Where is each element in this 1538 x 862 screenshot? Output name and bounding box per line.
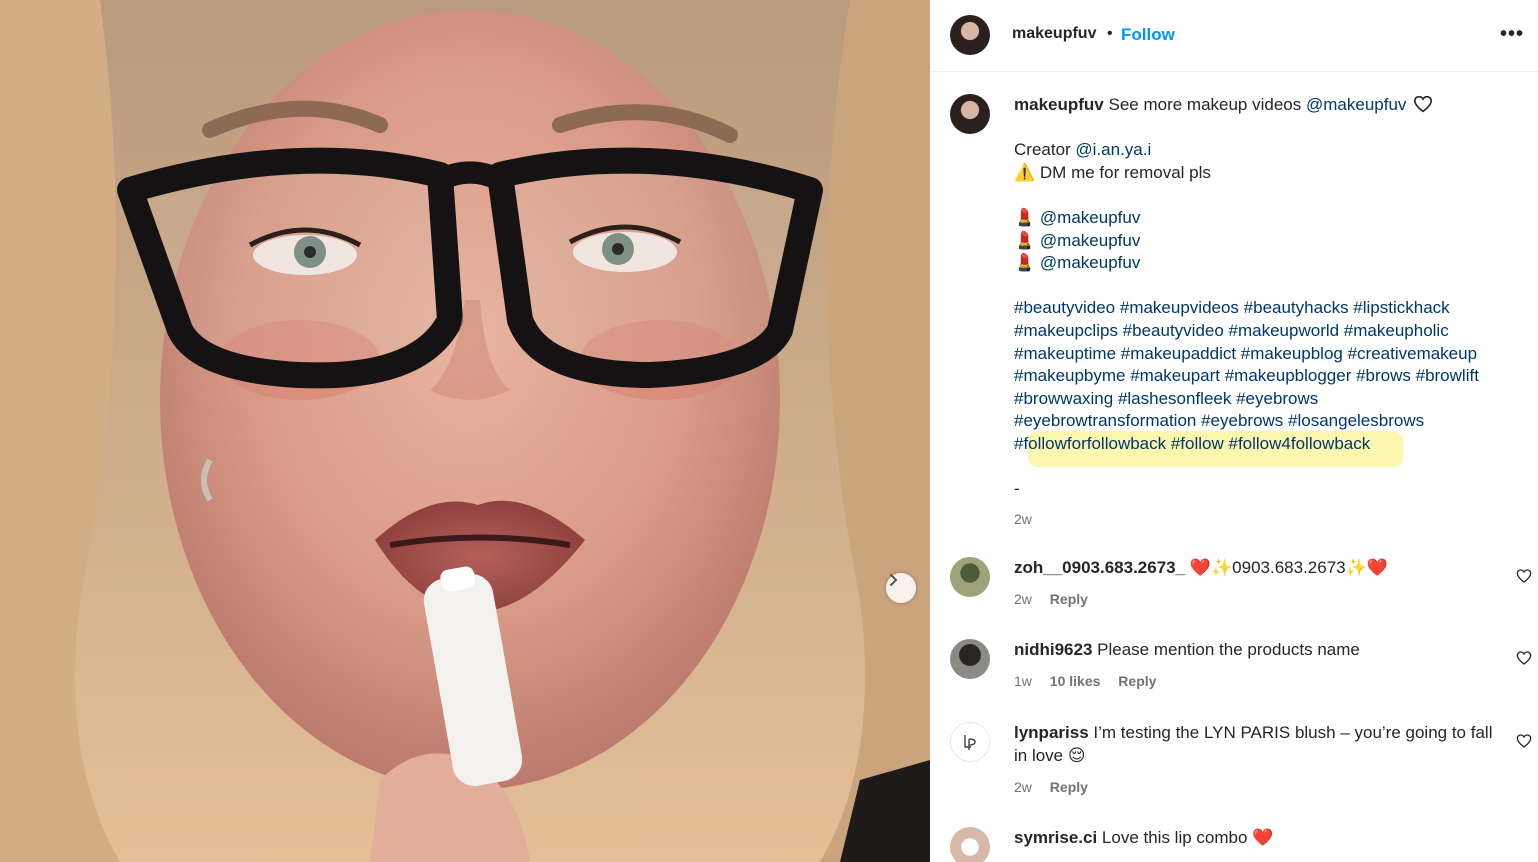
comment-meta: 1w 10 likes Reply [1014, 673, 1170, 689]
comment-username[interactable]: zoh__0903.683.2673_ [1014, 558, 1185, 577]
caption-mention[interactable]: @makeupfuv [1306, 95, 1406, 114]
comment-body: zoh__0903.683.2673_ ❤️✨0903.683.2673✨❤️ [1014, 557, 1504, 580]
caption-dash: - [1014, 479, 1020, 499]
heart-icon[interactable] [1516, 733, 1532, 749]
post-header: makeupfuv • Follow ••• [930, 0, 1538, 72]
hashtag-line[interactable]: #beautyvideo #makeupvideos #beautyhacks … [1014, 297, 1514, 320]
avatar[interactable] [950, 722, 990, 762]
warning-text: DM me for removal pls [1039, 162, 1211, 182]
avatar[interactable] [950, 827, 990, 862]
creator-mention[interactable]: @i.an.ya.i [1075, 140, 1151, 159]
hashtag-line[interactable]: #makeupclips #beautyvideo #makeupworld #… [1014, 320, 1514, 343]
warning-icon: ⚠️ [1014, 162, 1036, 182]
brand-logo-icon [964, 735, 976, 750]
comment-body: symrise.ci Love this lip combo ❤️ [1014, 827, 1504, 850]
mention-link[interactable]: @makeupfuv [1040, 253, 1140, 272]
lipstick-icon: 💄 [1014, 253, 1036, 273]
heart-icon[interactable] [1516, 568, 1532, 584]
comment-text: Love this lip combo ❤️ [1101, 828, 1274, 847]
caption-username[interactable]: makeupfuv [1014, 95, 1104, 114]
comment-body: nidhi9623 Please mention the products na… [1014, 639, 1504, 662]
chevron-right-icon [890, 574, 898, 586]
separator-dot: • [1107, 25, 1113, 42]
lipstick-icon: 💄 [1014, 230, 1036, 250]
comment-text: Please mention the products name [1097, 640, 1360, 659]
comment-meta: 2w Reply [1014, 591, 1102, 607]
hashtag-line[interactable]: #browwaxing #lashesonfleek #eyebrows [1014, 388, 1514, 411]
comment: nidhi9623 Please mention the products na… [950, 639, 1532, 699]
hashtag-line[interactable]: #makeupbyme #makeupart #makeupblogger #b… [1014, 365, 1514, 388]
post-video-frame [0, 0, 930, 862]
reply-button[interactable]: Reply [1050, 779, 1088, 795]
hashtag-line[interactable]: #eyebrowtransformation #eyebrows #losang… [1014, 410, 1514, 433]
caption-intro: See more makeup videos [1108, 95, 1302, 114]
avatar[interactable] [950, 639, 990, 679]
more-options-icon[interactable]: ••• [1500, 23, 1524, 46]
comment-likes[interactable]: 10 likes [1050, 673, 1101, 689]
creator-label: Creator [1014, 140, 1071, 160]
comment: zoh__0903.683.2673_ ❤️✨0903.683.2673✨❤️ … [950, 557, 1532, 617]
follow-button[interactable]: Follow [1121, 25, 1175, 45]
comment-username[interactable]: symrise.ci [1014, 828, 1097, 847]
reply-button[interactable]: Reply [1118, 673, 1156, 689]
comment-timestamp: 1w [1014, 673, 1032, 689]
heart-icon[interactable] [1516, 650, 1532, 666]
mention-link[interactable]: @makeupfuv [1040, 231, 1140, 250]
post-author-username[interactable]: makeupfuv [1012, 25, 1096, 43]
lipstick-icon: 💄 [1014, 207, 1036, 227]
hashtag-line[interactable]: #followforfollowback #follow #follow4fol… [1014, 433, 1514, 456]
comment-timestamp: 2w [1014, 591, 1032, 607]
post-media[interactable] [0, 0, 930, 862]
next-media-button[interactable] [886, 573, 916, 603]
comment-text: ❤️✨0903.683.2673✨❤️ [1189, 558, 1388, 577]
comment-username[interactable]: lynpariss [1014, 723, 1089, 742]
avatar[interactable] [950, 15, 990, 55]
caption-timestamp: 2w [1014, 510, 1032, 527]
mention-link[interactable]: @makeupfuv [1040, 208, 1140, 227]
comment-meta: 2w Reply [1014, 779, 1102, 795]
hashtag-line[interactable]: #makeuptime #makeupaddict #makeupblog #c… [1014, 343, 1514, 366]
heart-icon[interactable] [1413, 95, 1433, 113]
comment-body: lynpariss I’m testing the LYN PARIS blus… [1014, 722, 1504, 767]
comment-timestamp: 2w [1014, 779, 1032, 795]
comment: lynpariss I’m testing the LYN PARIS blus… [950, 722, 1532, 802]
reply-button[interactable]: Reply [1050, 591, 1088, 607]
avatar[interactable] [950, 557, 990, 597]
caption-avatar[interactable] [950, 94, 990, 134]
comment: symrise.ci Love this lip combo ❤️ [950, 827, 1530, 862]
comment-username[interactable]: nidhi9623 [1014, 640, 1092, 659]
